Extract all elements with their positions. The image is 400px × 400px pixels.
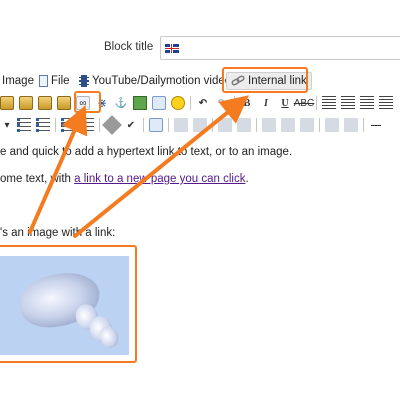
editor-toolbar-row-1: ∞ ⋇ ⚓ ↶ ↷ B I U ABC — [0, 93, 400, 113]
toolbar-separator — [363, 118, 364, 132]
toolbar-separator — [212, 118, 213, 132]
insert-video-label: YouTube/Dailymotion video — [92, 75, 232, 87]
content-line-1: e and quick to add a hypertext link to t… — [0, 146, 293, 158]
content-line-2-suffix: . — [245, 173, 249, 185]
toolbar-separator — [143, 118, 144, 132]
col-delete-icon — [281, 118, 295, 132]
indent-icon[interactable] — [80, 118, 94, 132]
paste-word-icon[interactable] — [38, 96, 52, 110]
anchor-icon[interactable]: ⚓ — [114, 96, 128, 110]
align-left-icon[interactable] — [322, 96, 336, 110]
linked-image[interactable] — [0, 256, 129, 355]
align-right-icon[interactable] — [360, 96, 374, 110]
bullet-list-icon[interactable] — [17, 118, 31, 132]
bold-button[interactable]: B — [240, 96, 254, 110]
internal-link-button[interactable]: Internal link — [226, 72, 312, 90]
chain-link-icon — [231, 75, 245, 86]
align-center-icon[interactable] — [341, 96, 355, 110]
justify-icon[interactable] — [379, 96, 393, 110]
block-title-label: Block title — [104, 41, 154, 53]
content-line-2: ome text, with a link to a new page you … — [0, 173, 249, 185]
underline-button[interactable]: U — [278, 96, 292, 110]
numbered-list-icon[interactable] — [36, 118, 50, 132]
insert-flash-icon[interactable] — [152, 96, 166, 110]
spellcheck-icon[interactable]: ✔ — [124, 118, 138, 132]
file-icon — [39, 75, 48, 87]
editor-toolbar-row-2: ▾ ✔ — — [0, 115, 400, 135]
insert-image-button[interactable]: Image — [2, 73, 34, 89]
paste-icon[interactable] — [0, 96, 14, 110]
insert-image-icon[interactable] — [133, 96, 147, 110]
paste-format-icon[interactable] — [57, 96, 71, 110]
clean-format-icon[interactable] — [102, 115, 122, 135]
smiley-icon[interactable] — [171, 96, 185, 110]
content-line-2-prefix: ome text, with — [0, 173, 75, 185]
insert-toolbar: Image File YouTube/Dailymotion video Int… — [0, 70, 400, 92]
horizontal-rule-icon[interactable]: — — [369, 118, 383, 132]
toolbar-separator — [316, 96, 317, 110]
insert-video-button[interactable]: YouTube/Dailymotion video — [79, 73, 231, 89]
insert-image-label: Image — [2, 75, 34, 87]
toolbar-separator — [168, 118, 169, 132]
uk-flag-icon[interactable] — [165, 44, 179, 53]
col-insert-icon — [262, 118, 276, 132]
italic-button[interactable]: I — [259, 96, 273, 110]
strikethrough-button[interactable]: ABC — [294, 96, 315, 110]
row-insert-icon — [218, 118, 232, 132]
table-props-icon — [193, 118, 207, 132]
internal-link-label: Internal link — [248, 75, 307, 87]
outdent-icon[interactable] — [61, 118, 75, 132]
unlink-icon[interactable]: ⋇ — [95, 96, 109, 110]
undo-icon[interactable]: ↶ — [196, 96, 210, 110]
film-icon — [79, 75, 89, 87]
toolbar-separator — [190, 96, 191, 110]
toolbar-separator — [99, 118, 100, 132]
toolbar-separator — [319, 118, 320, 132]
split-cells-icon — [325, 118, 339, 132]
cell-props-icon — [344, 118, 358, 132]
link-icon[interactable]: ∞ — [76, 96, 90, 110]
merge-cells-icon — [300, 118, 314, 132]
toolbar-separator — [55, 118, 56, 132]
block-title-row: Block title — [0, 34, 400, 62]
insert-table-icon — [174, 118, 188, 132]
insert-file-label: File — [51, 75, 70, 87]
row-delete-icon — [237, 118, 251, 132]
block-title-input[interactable] — [160, 36, 400, 60]
insert-file-button[interactable]: File — [39, 73, 70, 89]
content-hyperlink[interactable]: a link to a new page you can click — [74, 173, 245, 185]
paste-text-icon[interactable] — [19, 96, 33, 110]
redo-icon[interactable]: ↷ — [215, 96, 229, 110]
edit-html-icon[interactable] — [149, 118, 163, 132]
content-line-3: 's an image with a link: — [0, 227, 116, 239]
toolbar-separator — [234, 96, 235, 110]
dropdown-arrow-icon[interactable]: ▾ — [0, 118, 14, 132]
toolbar-separator — [256, 118, 257, 132]
